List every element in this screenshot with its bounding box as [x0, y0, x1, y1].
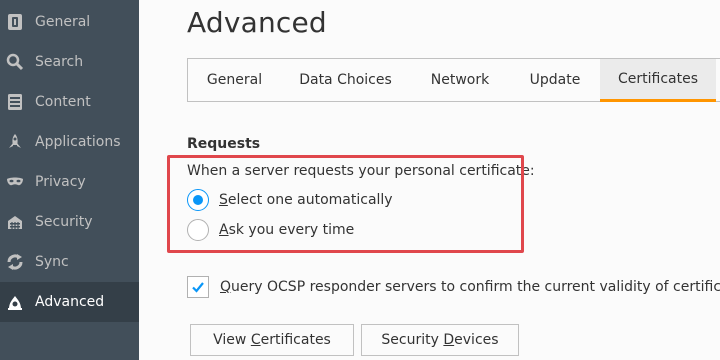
ocsp-checkbox[interactable]	[187, 276, 209, 298]
sidebar-item-advanced[interactable]: Advanced	[0, 282, 139, 322]
tab-label: General	[206, 72, 263, 88]
accesskey-letter: D	[443, 332, 455, 348]
ocsp-label-text: uery OCSP responder servers to confirm t…	[231, 279, 720, 295]
accesskey-letter: C	[250, 332, 261, 348]
ocsp-checkbox-row[interactable]: Query OCSP responder servers to confirm …	[187, 274, 720, 300]
sidebar: General Search Content Applications Priv…	[0, 0, 139, 360]
tab-data-choices[interactable]: Data Choices	[281, 59, 410, 101]
sidebar-item-label: Sync	[35, 254, 69, 270]
sidebar-item-general[interactable]: General	[0, 2, 139, 42]
tab-network[interactable]: Network	[410, 59, 510, 101]
view-certificates-button[interactable]: View Certificates	[190, 324, 354, 356]
accesskey-letter: Q	[220, 279, 232, 295]
sidebar-item-sync[interactable]: Sync	[0, 242, 139, 282]
requests-heading: Requests	[187, 136, 261, 152]
tab-certificates[interactable]: Certificates	[600, 59, 716, 102]
tab-label: Data Choices	[299, 72, 392, 88]
button-text: Security	[381, 332, 444, 348]
sync-icon	[6, 253, 24, 271]
sidebar-item-privacy[interactable]: Privacy	[0, 162, 139, 202]
sidebar-item-label: General	[35, 14, 91, 30]
highlight-annotation-box	[167, 155, 524, 253]
tab-label: Certificates	[617, 71, 698, 87]
page-title: Advanced	[187, 6, 327, 39]
content-icon	[6, 93, 24, 111]
privacy-mask-icon	[6, 173, 24, 191]
checkmark-icon	[192, 282, 204, 293]
tab-general[interactable]: General	[188, 59, 281, 101]
button-text: ertificates	[260, 332, 331, 348]
sidebar-item-label: Privacy	[35, 174, 86, 190]
tab-label: Network	[430, 72, 490, 88]
search-icon	[6, 53, 24, 71]
sidebar-item-search[interactable]: Search	[0, 42, 139, 82]
security-devices-button[interactable]: Security Devices	[361, 324, 519, 356]
sidebar-item-label: Security	[35, 214, 93, 230]
advanced-icon	[6, 293, 24, 311]
ocsp-label: Query OCSP responder servers to confirm …	[220, 279, 720, 295]
button-text: View	[213, 332, 251, 348]
tab-bar: General Data Choices Network Update Cert…	[187, 58, 720, 102]
tab-update[interactable]: Update	[510, 59, 600, 101]
sidebar-item-label: Search	[35, 54, 84, 70]
sidebar-item-applications[interactable]: Applications	[0, 122, 139, 162]
security-icon	[6, 213, 24, 231]
sidebar-item-label: Applications	[35, 134, 121, 150]
sidebar-item-security[interactable]: Security	[0, 202, 139, 242]
sidebar-item-label: Content	[35, 94, 91, 110]
button-text: evices	[454, 332, 499, 348]
sidebar-item-label: Advanced	[35, 294, 105, 310]
general-icon	[6, 13, 24, 31]
sidebar-item-content[interactable]: Content	[0, 82, 139, 122]
applications-icon	[6, 133, 24, 151]
tab-label: Update	[529, 72, 581, 88]
